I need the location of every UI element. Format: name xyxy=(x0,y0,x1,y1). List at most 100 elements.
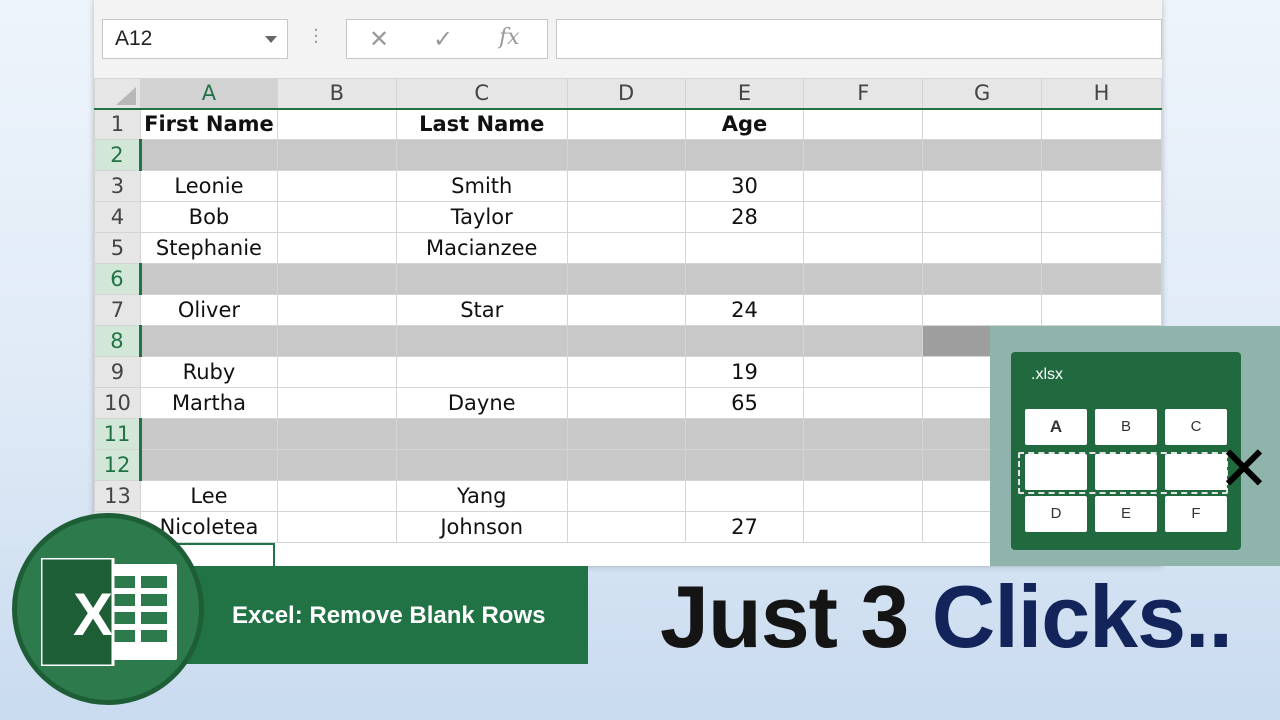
cell-a[interactable]: Oliver xyxy=(139,294,278,326)
cell-e[interactable]: 27 xyxy=(684,511,805,543)
cell-g[interactable] xyxy=(922,201,1043,233)
cell-b[interactable] xyxy=(276,387,397,419)
cell-c[interactable] xyxy=(395,325,568,357)
cell-e[interactable] xyxy=(684,263,805,295)
cell-c[interactable] xyxy=(395,356,568,388)
cell-c[interactable] xyxy=(395,449,568,481)
cell-a[interactable]: Lee xyxy=(139,480,278,512)
row-header[interactable]: 11 xyxy=(94,418,142,450)
cell-f[interactable] xyxy=(803,418,924,450)
cell-b[interactable] xyxy=(276,480,397,512)
cell-f[interactable] xyxy=(803,170,924,202)
cell-f[interactable] xyxy=(803,449,924,481)
cell-c[interactable]: Last Name xyxy=(395,108,568,140)
chevron-down-icon[interactable] xyxy=(265,36,277,43)
cell-d[interactable] xyxy=(566,449,686,481)
cell-d[interactable] xyxy=(566,294,686,326)
cell-d[interactable] xyxy=(566,139,686,171)
row-header[interactable]: 13 xyxy=(94,480,141,512)
cell-h[interactable] xyxy=(1041,108,1162,140)
cell-e[interactable]: 65 xyxy=(684,387,805,419)
cell-e[interactable] xyxy=(684,325,805,357)
cell-c[interactable]: Star xyxy=(395,294,568,326)
cell-d[interactable] xyxy=(566,356,686,388)
cell-a[interactable]: Ruby xyxy=(139,356,278,388)
cell-b[interactable] xyxy=(276,511,397,543)
column-header-g[interactable]: G xyxy=(922,78,1043,110)
cell-h[interactable] xyxy=(1041,201,1162,233)
cell-h[interactable] xyxy=(1041,263,1162,295)
cell-c[interactable]: Yang xyxy=(395,480,568,512)
cell-f[interactable] xyxy=(803,139,924,171)
cell-h[interactable] xyxy=(1041,170,1162,202)
column-header-h[interactable]: H xyxy=(1041,78,1162,110)
row-header[interactable]: 3 xyxy=(94,170,141,202)
cell-d[interactable] xyxy=(566,480,686,512)
cell-b[interactable] xyxy=(276,108,397,140)
cell-d[interactable] xyxy=(566,387,686,419)
cell-a[interactable]: Leonie xyxy=(139,170,278,202)
name-box[interactable]: A12 xyxy=(102,19,288,59)
cell-c[interactable]: Johnson xyxy=(395,511,568,543)
select-all-corner[interactable] xyxy=(94,78,141,110)
cell-b[interactable] xyxy=(276,449,397,481)
row-header[interactable]: 4 xyxy=(94,201,141,233)
column-header-b[interactable]: B xyxy=(276,78,397,110)
column-header-e[interactable]: E xyxy=(684,78,805,110)
cancel-icon[interactable]: ✕ xyxy=(369,25,389,53)
row-header[interactable]: 2 xyxy=(94,139,142,171)
cell-f[interactable] xyxy=(803,480,924,512)
cell-g[interactable] xyxy=(922,108,1043,140)
cell-g[interactable] xyxy=(922,139,1043,171)
cell-d[interactable] xyxy=(566,325,686,357)
more-options-icon[interactable]: · · · xyxy=(312,22,320,52)
cell-a[interactable] xyxy=(139,263,278,295)
row-header[interactable]: 10 xyxy=(94,387,141,419)
fx-icon[interactable]: fx xyxy=(499,25,520,50)
cell-d[interactable] xyxy=(566,232,686,264)
cell-c[interactable]: Dayne xyxy=(395,387,568,419)
cell-h[interactable] xyxy=(1041,139,1162,171)
row-header[interactable]: 6 xyxy=(94,263,142,295)
cell-h[interactable] xyxy=(1041,232,1162,264)
cell-f[interactable] xyxy=(803,387,924,419)
cell-g[interactable] xyxy=(922,170,1043,202)
row-header[interactable]: 1 xyxy=(94,108,141,140)
cell-e[interactable] xyxy=(684,449,805,481)
check-icon[interactable]: ✓ xyxy=(433,25,453,53)
cell-d[interactable] xyxy=(566,170,686,202)
row-header[interactable]: 12 xyxy=(94,449,142,481)
cell-c[interactable]: Smith xyxy=(395,170,568,202)
column-header-c[interactable]: C xyxy=(395,78,568,110)
cell-e[interactable] xyxy=(684,418,805,450)
cell-a[interactable] xyxy=(139,449,278,481)
cell-e[interactable]: 28 xyxy=(684,201,805,233)
cell-c[interactable] xyxy=(395,418,568,450)
cell-a[interactable] xyxy=(139,139,278,171)
cell-e[interactable]: Age xyxy=(684,108,805,140)
cell-d[interactable] xyxy=(566,201,686,233)
cell-c[interactable] xyxy=(395,263,568,295)
cell-g[interactable] xyxy=(922,232,1043,264)
cell-b[interactable] xyxy=(276,418,397,450)
cell-d[interactable] xyxy=(566,511,686,543)
cell-a[interactable]: Stephanie xyxy=(139,232,278,264)
cell-a[interactable]: Martha xyxy=(139,387,278,419)
cell-d[interactable] xyxy=(566,418,686,450)
cell-f[interactable] xyxy=(803,294,924,326)
cell-h[interactable] xyxy=(1041,294,1162,326)
cell-f[interactable] xyxy=(803,108,924,140)
cell-b[interactable] xyxy=(276,294,397,326)
cell-b[interactable] xyxy=(276,139,397,171)
cell-a[interactable] xyxy=(139,418,278,450)
cell-b[interactable] xyxy=(276,325,397,357)
cell-b[interactable] xyxy=(276,232,397,264)
cell-f[interactable] xyxy=(803,232,924,264)
column-header-d[interactable]: D xyxy=(566,78,686,110)
cell-a[interactable]: First Name xyxy=(139,108,278,140)
row-header[interactable]: 8 xyxy=(94,325,142,357)
row-header[interactable]: 7 xyxy=(94,294,141,326)
cell-f[interactable] xyxy=(803,356,924,388)
cell-d[interactable] xyxy=(566,263,686,295)
cell-c[interactable]: Macianzee xyxy=(395,232,568,264)
